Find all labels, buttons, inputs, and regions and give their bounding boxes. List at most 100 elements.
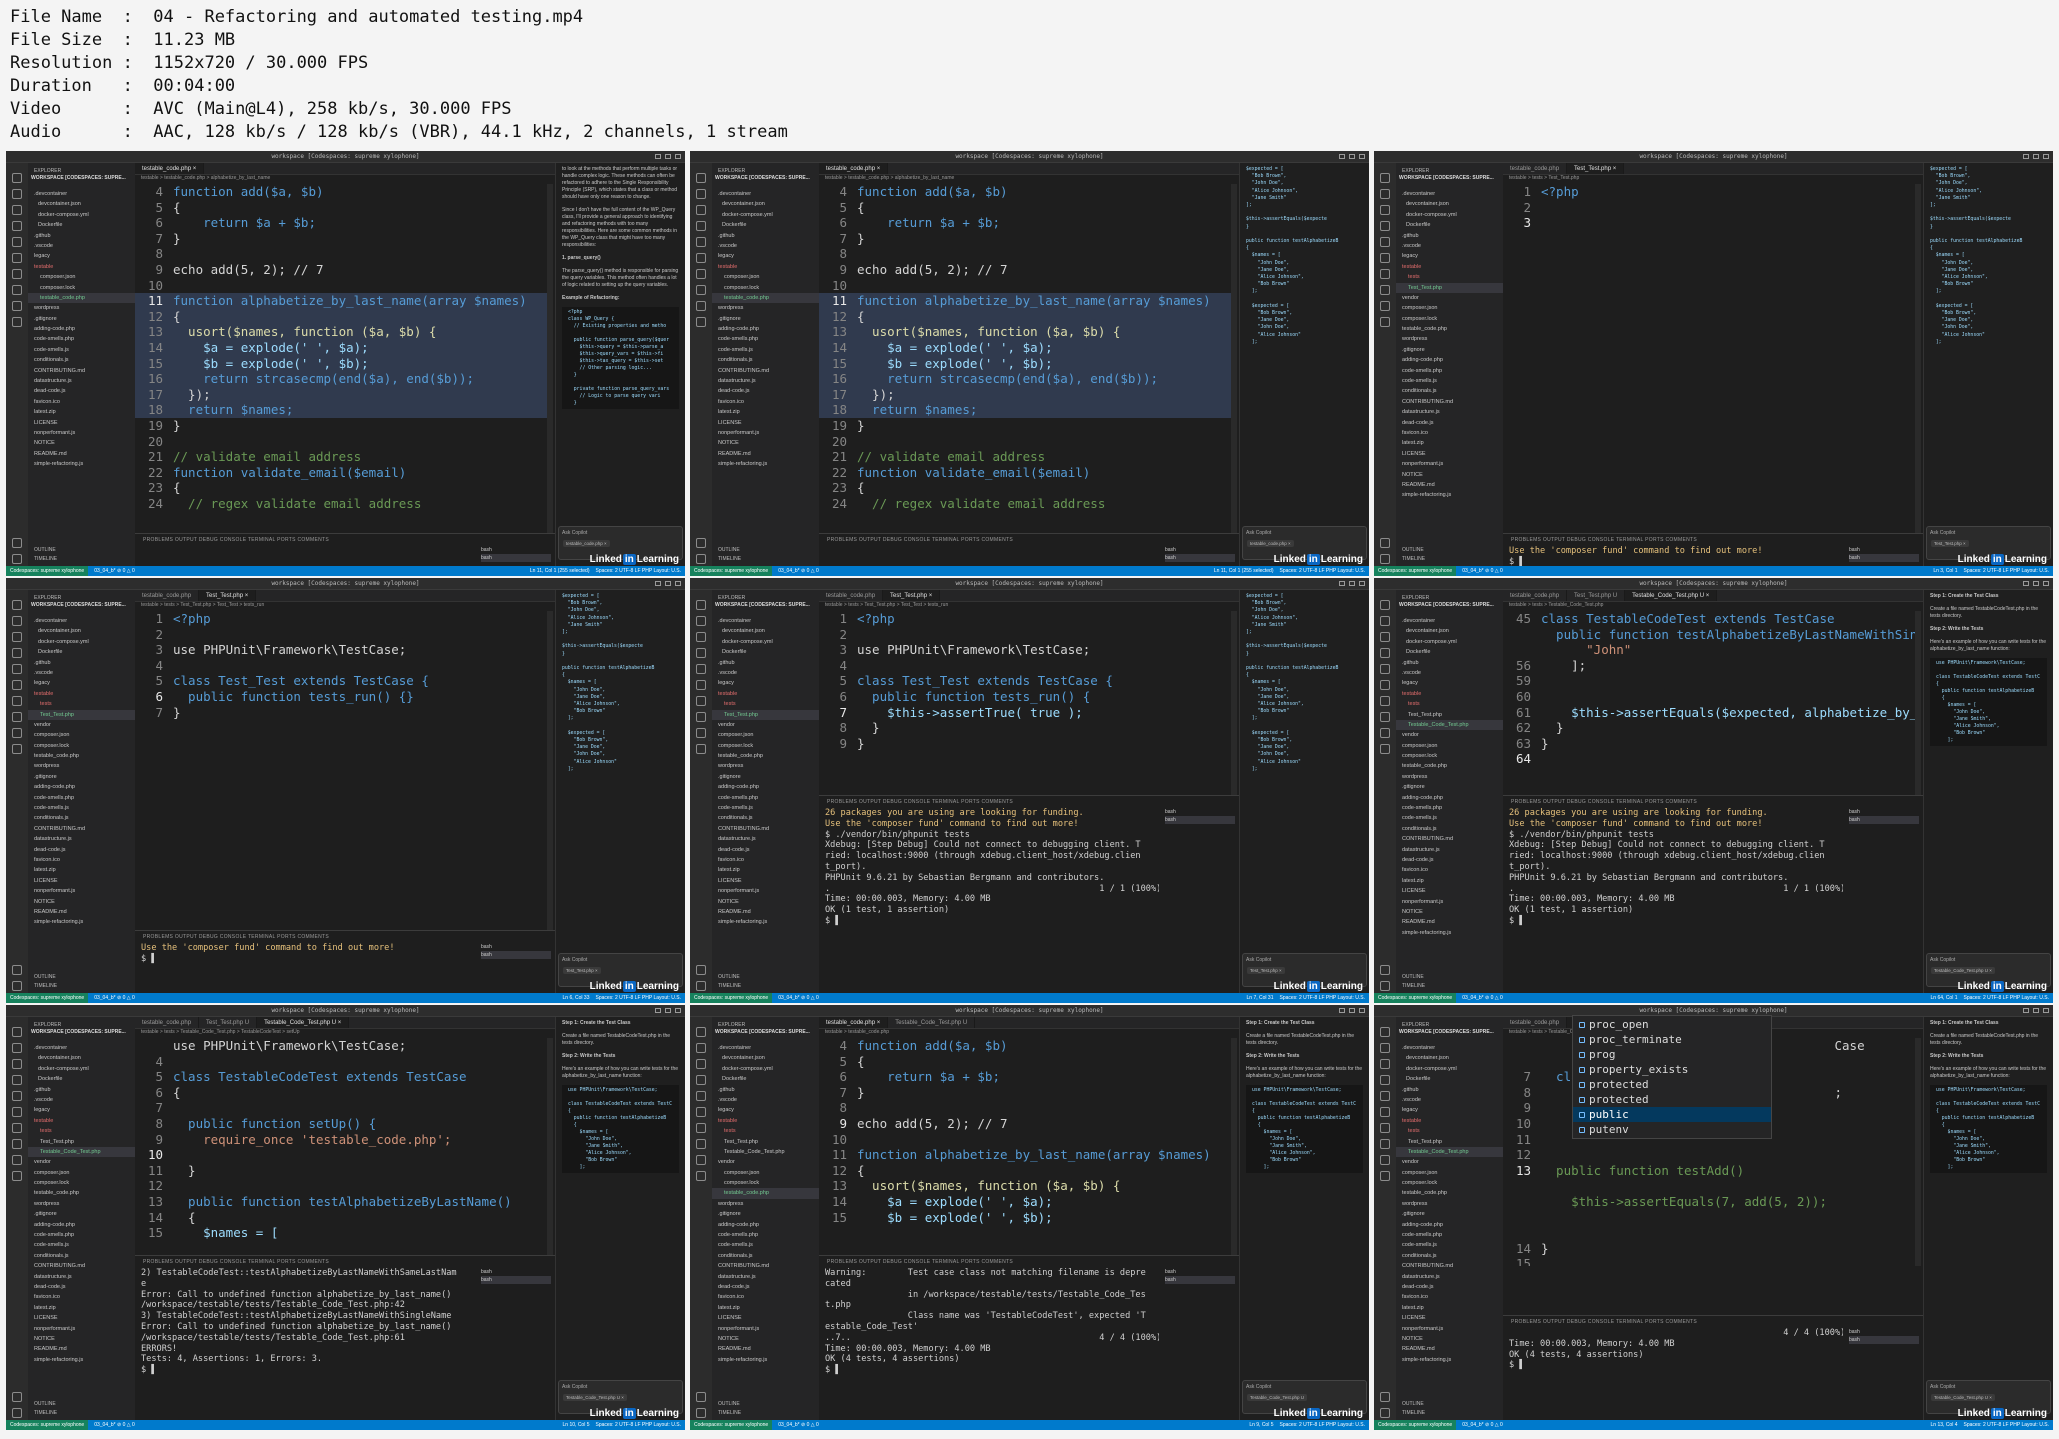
run-debug-icon[interactable]: [12, 221, 22, 231]
layout-toggle-icon[interactable]: [1339, 154, 1345, 159]
terminal-instance[interactable]: bash: [1165, 554, 1235, 562]
file-tree-item[interactable]: .github: [1396, 231, 1503, 241]
file-tree-item[interactable]: testable: [28, 262, 135, 272]
status-encoding[interactable]: Spaces: 2 UTF-8 LF PHP Layout: U.S.: [1280, 995, 1366, 1001]
file-tree-item[interactable]: testable_code.php: [1396, 1188, 1503, 1198]
file-tree-item[interactable]: conditionals.js: [712, 355, 819, 365]
file-tree-item[interactable]: nonperformant.js: [28, 886, 135, 896]
docker-icon[interactable]: [696, 712, 706, 722]
layout-toggle-icon[interactable]: [2023, 581, 2029, 586]
extensions-icon[interactable]: [1380, 664, 1390, 674]
branch-status[interactable]: 03_04_b* ⊘ 0 △ 0: [1462, 568, 1503, 574]
file-tree-item[interactable]: .github: [28, 1085, 135, 1095]
outline-section[interactable]: OUTLINE: [34, 1400, 135, 1409]
file-tree-item[interactable]: .gitignore: [28, 1209, 135, 1219]
file-tree-item[interactable]: CONTRIBUTING.md: [1396, 834, 1503, 844]
file-tree-item[interactable]: vendor: [1396, 730, 1503, 740]
file-tree-item[interactable]: code-smells.php: [28, 1230, 135, 1240]
files-icon[interactable]: [1380, 1027, 1390, 1037]
outline-section[interactable]: OUTLINE: [1402, 1400, 1503, 1409]
code-editor[interactable]: 4 function add($a, $b) 5{6 return $a + $b;…: [819, 184, 1231, 544]
editor-tab[interactable]: Test_Test.php U: [1567, 590, 1626, 601]
file-tree-item[interactable]: wordpress: [1396, 772, 1503, 782]
terminal-instance[interactable]: bash: [481, 1268, 551, 1276]
outline-section[interactable]: OUTLINE: [718, 546, 819, 555]
file-tree-item[interactable]: simple-refactoring.js: [712, 917, 819, 927]
file-tree-item[interactable]: nonperformant.js: [1396, 897, 1503, 907]
gear-icon[interactable]: [12, 1408, 22, 1418]
file-tree-item[interactable]: conditionals.js: [28, 355, 135, 365]
terminal-instance[interactable]: bash: [481, 1276, 551, 1284]
docker-icon[interactable]: [696, 285, 706, 295]
terminal-instance[interactable]: bash: [1849, 1336, 1919, 1344]
file-tree-item[interactable]: .gitignore: [712, 1209, 819, 1219]
remote-explorer-icon[interactable]: [696, 1107, 706, 1117]
file-tree-item[interactable]: tests: [712, 1126, 819, 1136]
file-tree-item[interactable]: code-smells.js: [712, 1240, 819, 1250]
run-debug-icon[interactable]: [696, 1075, 706, 1085]
file-tree-item[interactable]: NOTICE: [1396, 907, 1503, 917]
file-tree-item[interactable]: Dockerfile: [712, 647, 819, 657]
file-tree-item[interactable]: wordpress: [1396, 334, 1503, 344]
file-tree-item[interactable]: testable_code.php: [1396, 761, 1503, 771]
files-icon[interactable]: [696, 1027, 706, 1037]
file-tree-item[interactable]: CONTRIBUTING.md: [712, 824, 819, 834]
file-tree-item[interactable]: adding-code.php: [1396, 793, 1503, 803]
file-tree-item[interactable]: wordpress: [1396, 1199, 1503, 1209]
file-tree-item[interactable]: Dockerfile: [1396, 647, 1503, 657]
file-tree-item[interactable]: .vscode: [712, 1095, 819, 1105]
files-icon[interactable]: [12, 600, 22, 610]
file-tree-item[interactable]: code-smells.js: [28, 803, 135, 813]
file-tree-item[interactable]: docker-compose.yml: [28, 210, 135, 220]
file-tree-item[interactable]: code-smells.php: [28, 793, 135, 803]
outline-section[interactable]: OUTLINE: [34, 546, 135, 555]
file-tree-item[interactable]: favicon.ico: [28, 397, 135, 407]
file-tree-item[interactable]: favicon.ico: [1396, 428, 1503, 438]
attached-file-chip[interactable]: Test_Test.php ×: [563, 967, 601, 974]
file-tree-item[interactable]: legacy: [28, 678, 135, 688]
code-editor[interactable]: use PHPUnit\Framework\TestCase; 4 5 class T…: [135, 1038, 547, 1266]
terminal-instance[interactable]: bash: [1849, 1328, 1919, 1336]
file-tree-item[interactable]: docker-compose.yml: [28, 637, 135, 647]
editor-tab[interactable]: testable_code.php: [1503, 1017, 1568, 1028]
file-tree-item[interactable]: .devcontainer: [1396, 1043, 1503, 1053]
file-tree-item[interactable]: NOTICE: [28, 1334, 135, 1344]
extensions-icon[interactable]: [12, 237, 22, 247]
source-control-icon[interactable]: [696, 632, 706, 642]
status-encoding[interactable]: Spaces: 2 UTF-8 LF PHP Layout: U.S.: [1964, 995, 2050, 1001]
file-tree-item[interactable]: dead-code.js: [28, 386, 135, 396]
file-tree-item[interactable]: docker-compose.yml: [28, 1064, 135, 1074]
file-tree-item[interactable]: .github: [712, 231, 819, 241]
editor-scrollbar[interactable]: [1915, 184, 1921, 544]
branch-status[interactable]: 03_04_b* ⊘ 0 △ 0: [94, 995, 135, 1001]
file-tree-item[interactable]: testable_code.php: [28, 1188, 135, 1198]
file-tree-item[interactable]: Dockerfile: [712, 220, 819, 230]
file-tree-item[interactable]: dead-code.js: [1396, 1282, 1503, 1292]
file-tree-item[interactable]: dead-code.js: [1396, 855, 1503, 865]
file-tree-item[interactable]: simple-refactoring.js: [1396, 1355, 1503, 1365]
terminal-instance[interactable]: bash: [1849, 816, 1919, 824]
remote-explorer-icon[interactable]: [12, 680, 22, 690]
file-tree-item[interactable]: code-smells.js: [28, 345, 135, 355]
file-tree-item[interactable]: docker-compose.yml: [712, 637, 819, 647]
file-tree-item[interactable]: latest.zip: [712, 1303, 819, 1313]
status-encoding[interactable]: Spaces: 2 UTF-8 LF PHP Layout: U.S.: [1964, 1422, 2050, 1428]
gear-icon[interactable]: [1380, 981, 1390, 991]
file-tree-item[interactable]: wordpress: [712, 761, 819, 771]
autocomplete-item[interactable]: protected: [1573, 1092, 1771, 1107]
extensions-icon[interactable]: [1380, 1091, 1390, 1101]
search-icon[interactable]: [1380, 616, 1390, 626]
file-tree-item[interactable]: .devcontainer: [712, 189, 819, 199]
branch-status[interactable]: 03_04_b* ⊘ 0 △ 0: [1462, 1422, 1503, 1428]
code-editor[interactable]: 1 <?php 2 3: [1503, 184, 1915, 544]
terminal-output[interactable]: [819, 544, 1159, 548]
file-tree-item[interactable]: devcontainer.json: [1396, 199, 1503, 209]
files-icon[interactable]: [12, 1027, 22, 1037]
layout-toggle-icon[interactable]: [2033, 581, 2039, 586]
editor-tab[interactable]: testable_code.php ×: [135, 163, 205, 174]
cursor-position[interactable]: Ln 9, Col 5: [1249, 1422, 1273, 1428]
run-debug-icon[interactable]: [696, 648, 706, 658]
file-tree-item[interactable]: Test_Test.php: [28, 1137, 135, 1147]
file-tree-item[interactable]: Dockerfile: [28, 647, 135, 657]
timeline-section[interactable]: TIMELINE: [34, 982, 135, 991]
